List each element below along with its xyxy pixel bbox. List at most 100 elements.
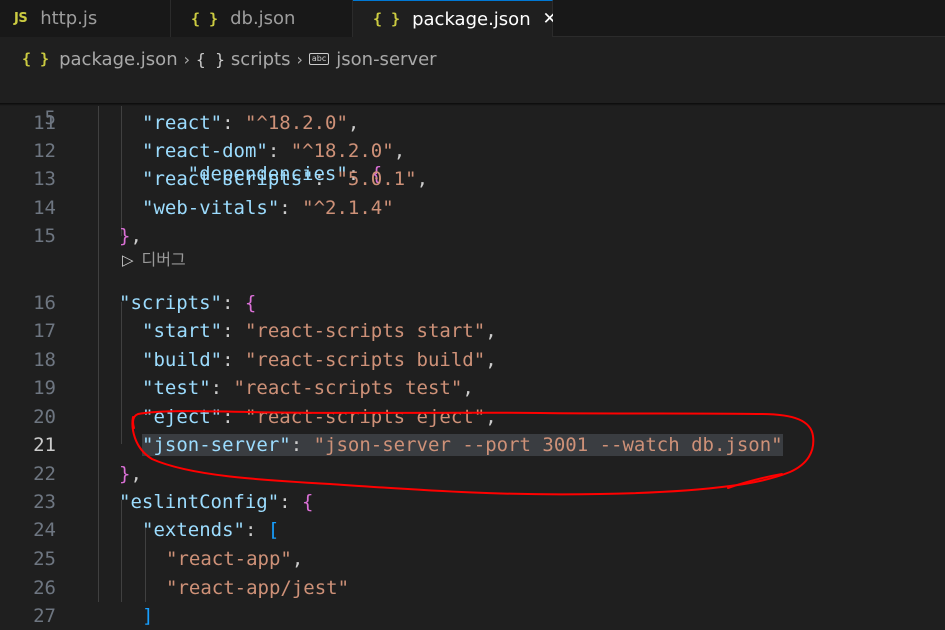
tab-bar-empty-space [553,0,945,37]
breadcrumb-section[interactable]: scripts [231,49,291,70]
json-colon: : [222,112,245,134]
code-line[interactable]: 24 "extends": [ [0,516,945,544]
tab-package-json[interactable]: { } package.json ✕ [353,0,557,37]
line-number: 15 [33,225,56,247]
json-key: "start" [142,320,223,342]
json-comma: , [130,463,142,485]
json-comma: , [393,140,406,162]
codelens-label: 디버그 [141,250,186,269]
json-colon: : [313,168,337,190]
code-content: "react-app", [166,545,303,573]
code-content: "react": "^18.2.0", [142,109,359,137]
tab-db-json[interactable]: { } db.json [171,0,353,37]
code-line[interactable]: 23 "eslintConfig": { [0,488,945,516]
code-line[interactable]: 16 "scripts": { [0,289,945,317]
json-string: "react-app/jest" [166,577,350,599]
debug-codelens[interactable]: ▷ 디버그 [122,249,186,271]
json-key: "eject" [142,406,223,428]
code-line[interactable]: 19 "test": "react-scripts test", [0,374,945,402]
json-bracket: ] [142,605,154,627]
code-line[interactable]: 12 "react-dom": "^18.2.0", [0,137,945,165]
code-content: "test": "react-scripts test", [142,374,474,402]
json-bracket: [ [267,519,280,541]
json-colon: : [244,519,268,541]
json-string: "react-scripts build" [244,349,486,371]
json-comma: , [485,349,497,371]
js-file-icon: JS [14,11,28,26]
json-comma: , [347,112,360,134]
tab-label: db.json [230,8,296,29]
chevron-right-icon: › [296,49,303,69]
code-line[interactable]: 25 "react-app", [0,545,945,573]
json-string: "^18.2.0" [244,112,348,134]
json-comma: , [485,320,497,342]
json-comma: , [416,168,429,190]
json-key: "extends" [142,519,245,541]
code-editor[interactable]: 5 "dependencies": { ▷ 디버그 11 "react": "^18… [0,76,945,627]
play-icon: ▷ [122,251,134,269]
code-line[interactable]: 20 "eject": "react-scripts eject", [0,403,945,431]
json-brace: } [119,225,131,247]
code-content: "eject": "react-scripts eject", [142,403,497,431]
json-string: "react-app" [166,548,292,570]
code-line[interactable]: 27] [0,602,945,630]
code-line[interactable]: 18 "build": "react-scripts build", [0,346,945,374]
code-line[interactable]: 13 "react-scripts": "5.0.1", [0,165,945,193]
json-colon: : [279,197,303,219]
breadcrumb-file[interactable]: package.json [59,49,178,70]
line-number: 25 [33,548,56,570]
line-number: 22 [33,463,56,485]
json-colon: : [210,377,234,399]
code-content: "extends": [ [142,516,279,544]
line-number: 13 [33,168,56,190]
code-content: }, [119,460,142,488]
chevron-right-icon: › [183,49,191,69]
object-icon: { } [196,49,225,69]
json-colon: : [267,140,291,162]
line-number: 23 [33,491,56,513]
code-content: "start": "react-scripts start", [142,317,497,345]
code-content: "react-app/jest" [166,574,349,602]
json-file-icon: { } [373,10,401,28]
code-content: "react-scripts": "5.0.1", [142,165,428,193]
sticky-scroll-line[interactable]: 5 "dependencies": { [0,76,945,185]
code-line[interactable]: 15}, [0,222,945,250]
json-key: "react-scripts" [142,168,314,190]
line-number: 16 [33,292,56,314]
json-colon: : [290,434,314,456]
json-string: "react-scripts test" [233,377,463,399]
code-line[interactable]: 22}, [0,460,945,488]
json-string: "^2.1.4" [302,197,394,219]
code-line[interactable]: 14 "web-vitals": "^2.1.4" [0,194,945,222]
json-comma: , [291,548,304,570]
line-number: 18 [33,349,56,371]
json-string: "react-scripts start" [244,320,486,342]
line-number: 27 [33,605,56,627]
json-colon: : [222,320,245,342]
line-number: 20 [33,406,56,428]
code-line[interactable]: 26 "react-app/jest" [0,574,945,602]
tab-label: http.js [40,8,98,29]
line-number: 12 [33,140,56,162]
json-string: "json-server --port 3001 --watch db.json… [313,434,783,456]
json-colon: : [222,349,245,371]
line-number: 11 [33,112,56,134]
line-number: 14 [33,197,56,219]
line-number: 26 [33,577,56,599]
tab-http-js[interactable]: JS http.js [0,0,171,37]
string-symbol-icon: abc [308,53,330,65]
json-colon: : [221,292,245,314]
code-line[interactable]: 11 "react": "^18.2.0", [0,109,945,137]
json-file-icon: { } [22,50,50,68]
breadcrumb: { } package.json › { } scripts › abc jso… [0,42,945,76]
json-key: "test" [142,377,211,399]
breadcrumb-symbol[interactable]: json-server [336,49,436,70]
json-key: "eslintConfig" [119,491,280,513]
line-number: 17 [33,320,56,342]
code-line[interactable]: 21 "json-server": "json-server --port 300… [0,431,945,459]
json-key: "react-dom" [142,140,268,162]
code-line[interactable]: 17 "start": "react-scripts start", [0,317,945,345]
json-brace: } [119,463,131,485]
json-key: "build" [142,349,223,371]
code-content: "eslintConfig": { [119,488,314,516]
